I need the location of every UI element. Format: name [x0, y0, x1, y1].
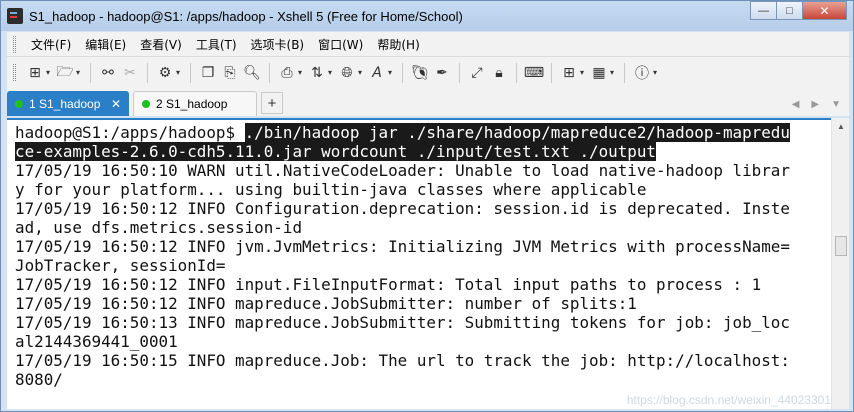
new-session-dropdown-icon[interactable]: ▾	[46, 68, 54, 77]
tab-label: 2 S1_hadoop	[156, 97, 228, 111]
terminal-line: al2144369441_0001	[15, 332, 178, 351]
terminal-line: 17/05/19 16:50:10 WARN util.NativeCodeLo…	[15, 161, 790, 180]
print-icon[interactable]: ⎙	[276, 62, 298, 84]
open-dropdown-icon[interactable]: ▾	[76, 68, 84, 77]
transfer-dropdown-icon[interactable]: ▾	[328, 68, 336, 77]
scrollbar-thumb[interactable]	[835, 236, 847, 256]
tab-navigation: ◀ ▶ ▼	[792, 99, 841, 110]
help-dropdown-icon[interactable]: ▾	[653, 68, 661, 77]
tab-menu-icon[interactable]: ▼	[831, 99, 841, 110]
xmanager-icon[interactable]: ✒	[431, 62, 453, 84]
font-icon[interactable]: A	[366, 62, 388, 84]
font-dropdown-icon[interactable]: ▾	[388, 68, 396, 77]
layout-icon[interactable]: ▦	[588, 62, 610, 84]
tab-close-icon[interactable]: ✕	[111, 97, 121, 111]
session-tab-bar: 1 S1_hadoop ✕ 2 S1_hadoop + ◀ ▶ ▼	[7, 88, 849, 116]
tab-scroll-left-icon[interactable]: ◀	[792, 99, 800, 110]
menu-window[interactable]: 窗口(W)	[311, 36, 370, 53]
vertical-scrollbar[interactable]: ▲	[831, 118, 849, 409]
connected-status-icon	[142, 100, 150, 108]
find-icon[interactable]: 🔍︎	[241, 62, 263, 84]
terminal-line: ce-examples-2.6.0-cdh5.11.0.jar wordcoun…	[15, 142, 831, 161]
terminal-line: ad, use dfs.metrics.session-id	[15, 218, 303, 237]
tab-scroll-right-icon[interactable]: ▶	[811, 99, 819, 110]
fullscreen-icon[interactable]: ⤢	[466, 62, 488, 84]
lock-icon[interactable]: 🔒︎	[488, 62, 510, 84]
toolbar: ⊞ ▾ 🗁 ▾ ⚯ ✂ ⚙ ▾ ❐ ⎘ 🔍︎ ⎙ ▾ ⇅ ▾ 🌐︎ ▾ A ▾ 🐚︎ ✒ ⤢ …	[7, 57, 849, 88]
terminal-line: 17/05/19 16:50:12 INFO input.FileInputFo…	[15, 275, 762, 294]
terminal-line: 17/05/19 16:50:15 INFO mapreduce.Job: Th…	[15, 351, 790, 370]
toolbar-separator	[459, 62, 460, 83]
toolbar-separator	[624, 62, 625, 83]
toolbar-separator	[147, 62, 148, 83]
transfer-icon[interactable]: ⇅	[306, 62, 328, 84]
menu-file[interactable]: 文件(F)	[24, 36, 78, 53]
tab-session-1[interactable]: 1 S1_hadoop ✕	[7, 91, 129, 116]
terminal-line: 17/05/19 16:50:12 INFO Configuration.dep…	[15, 199, 790, 218]
layout-dropdown-icon[interactable]: ▾	[610, 68, 618, 77]
terminal-line: 17/05/19 16:50:12 INFO mapreduce.JobSubm…	[15, 294, 637, 313]
close-button[interactable]: ✕	[802, 1, 847, 20]
menu-edit[interactable]: 编辑(E)	[78, 36, 133, 53]
maximize-button[interactable]: □	[776, 1, 803, 20]
menu-tools[interactable]: 工具(T)	[189, 36, 244, 53]
title-bar[interactable]: S1_hadoop - hadoop@S1: /apps/hadoop - Xs…	[1, 1, 853, 31]
toolbar-grip	[13, 64, 16, 81]
terminal-line: JobTracker, sessionId=	[15, 256, 226, 275]
new-tab-button[interactable]: +	[261, 92, 283, 114]
xshell-window: S1_hadoop - hadoop@S1: /apps/hadoop - Xs…	[0, 0, 854, 412]
toolbar-separator	[269, 62, 270, 83]
compose-icon[interactable]: ⊞	[558, 62, 580, 84]
reconnect-icon[interactable]: ⚯	[97, 62, 119, 84]
toolbar-separator	[190, 62, 191, 83]
print-dropdown-icon[interactable]: ▾	[298, 68, 306, 77]
toolbar-separator	[516, 62, 517, 83]
menu-bar: 文件(F) 编辑(E) 查看(V) 工具(T) 选项卡(B) 窗口(W) 帮助(…	[7, 32, 849, 57]
globe-icon[interactable]: 🌐︎	[336, 62, 358, 84]
xshell-app-icon	[7, 8, 23, 24]
tab-label: 1 S1_hadoop	[29, 96, 101, 111]
terminal-output[interactable]: hadoop@S1:/apps/hadoop$ ./bin/hadoop jar…	[7, 118, 831, 409]
menubar-grip	[13, 35, 16, 53]
menu-tabs[interactable]: 选项卡(B)	[244, 36, 312, 53]
new-session-icon[interactable]: ⊞	[24, 62, 46, 84]
window-controls: — □ ✕	[750, 1, 847, 20]
toolbar-separator	[90, 62, 91, 83]
minimize-button[interactable]: —	[750, 1, 777, 20]
watermark: https://blog.csdn.net/weixin_44023301	[626, 393, 831, 407]
toolbar-separator	[402, 62, 403, 83]
terminal-line: 17/05/19 16:50:13 INFO mapreduce.JobSubm…	[15, 313, 790, 332]
properties-dropdown-icon[interactable]: ▾	[176, 68, 184, 77]
terminal-line: 8080/	[15, 370, 63, 389]
compose-dropdown-icon[interactable]: ▾	[580, 68, 588, 77]
terminal-line: y for your platform... using builtin-jav…	[15, 180, 647, 199]
connected-status-icon	[15, 99, 23, 108]
menu-help[interactable]: 帮助(H)	[370, 36, 426, 53]
keyboard-icon[interactable]: ⌨	[523, 62, 545, 84]
tab-session-2[interactable]: 2 S1_hadoop	[133, 91, 257, 116]
paste-icon[interactable]: ⎘	[219, 62, 241, 84]
xftp-icon[interactable]: 🐚︎	[409, 62, 431, 84]
selected-command: ./bin/hadoop jar ./share/hadoop/mapreduc…	[244, 123, 790, 142]
window-title: S1_hadoop - hadoop@S1: /apps/hadoop - Xs…	[29, 8, 463, 24]
disconnect-icon[interactable]: ✂	[119, 62, 141, 84]
open-folder-icon[interactable]: 🗁	[54, 62, 76, 84]
session-properties-icon[interactable]: ⚙	[154, 62, 176, 84]
globe-dropdown-icon[interactable]: ▾	[358, 68, 366, 77]
scroll-up-icon[interactable]: ▲	[832, 118, 850, 135]
terminal-line: 17/05/19 16:50:12 INFO jvm.JvmMetrics: I…	[15, 237, 790, 256]
menu-view[interactable]: 查看(V)	[133, 36, 189, 53]
selected-command: ce-examples-2.6.0-cdh5.11.0.jar wordcoun…	[15, 142, 656, 161]
shell-prompt: hadoop@S1:/apps/hadoop$	[15, 123, 245, 142]
terminal-line: hadoop@S1:/apps/hadoop$ ./bin/hadoop jar…	[15, 123, 831, 142]
copy-icon[interactable]: ❐	[197, 62, 219, 84]
help-icon[interactable]: ⓘ	[631, 62, 653, 84]
toolbar-separator	[551, 62, 552, 83]
